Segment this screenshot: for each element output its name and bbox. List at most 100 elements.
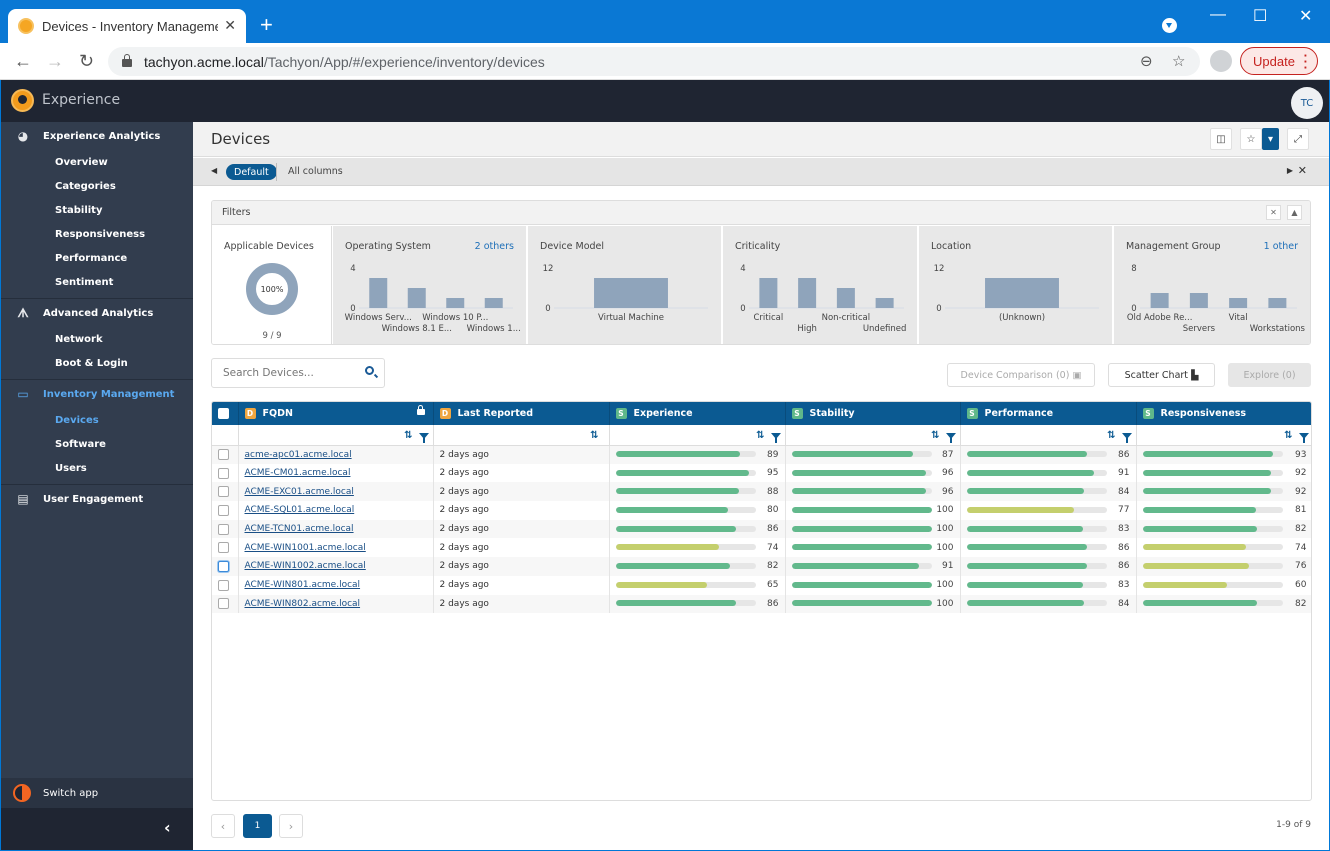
select-all-checkbox[interactable] (218, 408, 229, 419)
sidebar-item-boot-login[interactable]: Boot & Login (1, 351, 193, 375)
close-window-button[interactable]: ✕ (1299, 6, 1312, 26)
row-checkbox[interactable] (218, 542, 229, 554)
row-checkbox[interactable] (218, 579, 229, 591)
sort-icon[interactable]: ⇅ (931, 430, 939, 441)
filter-bar[interactable] (985, 278, 1059, 308)
filter-panel-more-link[interactable]: 2 others (475, 241, 514, 252)
reload-icon[interactable]: ↻ (79, 51, 94, 72)
filter-panel-device-model[interactable]: Device Model 12 0 Virtual Machine (528, 226, 722, 344)
table-row[interactable]: ACME-TCN01.acme.local 2 days ago 86 100 83 82 (212, 519, 1311, 539)
filter-bar[interactable] (875, 298, 894, 308)
sort-icon[interactable]: ⇅ (1107, 430, 1115, 441)
tab-search-icon[interactable] (1162, 18, 1177, 33)
row-checkbox[interactable] (218, 467, 229, 479)
search-devices-input[interactable] (223, 367, 353, 379)
table-row[interactable]: ACME-WIN1001.acme.local 2 days ago 74 100 86… (212, 538, 1311, 558)
clear-filters-icon[interactable]: ✕ (1266, 205, 1281, 220)
scroll-right-icon[interactable]: ▶ (1287, 166, 1293, 175)
table-row[interactable]: ACME-SQL01.acme.local 2 days ago 80 100 77 81 (212, 501, 1311, 520)
filter-icon[interactable] (945, 433, 956, 444)
update-button[interactable]: Update · · · (1240, 47, 1318, 75)
collapse-sidebar-icon[interactable]: ‹ (164, 818, 171, 837)
user-avatar[interactable]: TC (1291, 87, 1323, 119)
column-header-stability[interactable]: S Stability (785, 402, 961, 425)
filter-bar[interactable] (484, 298, 503, 308)
sidebar-item-stability[interactable]: Stability (1, 198, 193, 222)
sidebar-item-overview[interactable]: Overview (1, 150, 193, 174)
table-row[interactable]: ACME-CM01.acme.local 2 days ago 95 96 91 92 (212, 463, 1311, 483)
row-checkbox[interactable] (218, 598, 229, 610)
fqdn-link[interactable]: ACME-WIN801.acme.local (245, 580, 361, 590)
filter-bar[interactable] (594, 278, 668, 308)
explore-button[interactable]: Explore (0) (1228, 363, 1311, 387)
search-icon[interactable] (365, 366, 374, 375)
sidebar-item-inventory-management[interactable]: ▭ Inventory Management (1, 380, 193, 408)
sort-icon[interactable]: ⇅ (590, 430, 598, 441)
fqdn-link[interactable]: ACME-WIN1002.acme.local (245, 561, 366, 571)
forward-icon[interactable]: → (46, 51, 64, 72)
sidebar-item-advanced-analytics[interactable]: ᗑ Advanced Analytics (1, 299, 193, 327)
scatter-chart-button[interactable]: Scatter Chart ▙ (1108, 363, 1215, 387)
filter-icon[interactable] (770, 433, 781, 444)
sidebar-item-sentiment[interactable]: Sentiment (1, 270, 193, 294)
prev-page-button[interactable]: ‹ (211, 814, 235, 838)
next-page-button[interactable]: › (279, 814, 303, 838)
search-devices-field[interactable] (211, 358, 385, 388)
column-header-fqdn[interactable]: D FQDN (238, 402, 434, 425)
filter-panel-location[interactable]: Location 12 0 (Unknown) (919, 226, 1113, 344)
fullscreen-button[interactable]: ⤢ (1287, 128, 1309, 150)
sort-icon[interactable]: ⇅ (404, 430, 412, 441)
table-row[interactable]: ACME-WIN802.acme.local 2 days ago 86 100 84 8… (212, 594, 1311, 614)
sidebar-item-experience-analytics[interactable]: ◕ Experience Analytics (1, 122, 193, 150)
favorite-dropdown-button[interactable]: ▾ (1262, 128, 1279, 150)
table-row[interactable]: acme-apc01.acme.local 2 days ago 89 87 86 93 (212, 445, 1311, 464)
filter-icon[interactable] (418, 433, 429, 444)
row-checkbox[interactable] (218, 486, 229, 498)
filter-icon[interactable] (1298, 433, 1309, 444)
filter-panel-management-group[interactable]: Management Group 1 other 8 0 Old Adobe Re...… (1114, 226, 1310, 344)
row-checkbox[interactable] (218, 449, 229, 461)
fqdn-link[interactable]: ACME-SQL01.acme.local (245, 505, 355, 515)
column-header-responsiveness[interactable]: S Responsiveness (1136, 402, 1311, 425)
table-row[interactable]: ACME-WIN801.acme.local 2 days ago 65 100 83 6… (212, 575, 1311, 595)
filter-bar[interactable] (798, 278, 817, 308)
column-header-last-reported[interactable]: D Last Reported (433, 402, 610, 425)
filter-bar[interactable] (836, 288, 855, 308)
filter-bar[interactable] (759, 278, 778, 308)
filter-bar[interactable] (407, 288, 426, 308)
device-comparison-button[interactable]: Device Comparison (0) ▣ (947, 363, 1095, 387)
browser-tab[interactable]: Devices - Inventory Management ✕ (8, 9, 246, 43)
account-icon[interactable] (1210, 50, 1232, 72)
fqdn-link[interactable]: ACME-WIN802.acme.local (245, 599, 361, 609)
scroll-left-icon[interactable]: ◀ (211, 166, 217, 175)
url-bar[interactable]: tachyon.acme.local/Tachyon/App/#/experie… (108, 47, 1200, 76)
sidebar-item-categories[interactable]: Categories (1, 174, 193, 198)
filter-bar[interactable] (369, 278, 388, 308)
sidebar-item-users[interactable]: Users (1, 456, 193, 480)
close-views-icon[interactable]: ✕ (1298, 164, 1307, 177)
back-icon[interactable]: ← (14, 51, 32, 72)
new-tab-button[interactable]: + (260, 12, 273, 38)
favorite-button[interactable]: ☆ (1240, 128, 1262, 150)
fqdn-link[interactable]: ACME-CM01.acme.local (245, 468, 351, 478)
sort-icon[interactable]: ⇅ (756, 430, 764, 441)
column-layout-button[interactable]: ◫ (1210, 128, 1232, 150)
sidebar-item-network[interactable]: Network (1, 327, 193, 351)
column-header-experience[interactable]: S Experience (609, 402, 786, 425)
row-checkbox[interactable] (218, 523, 229, 535)
filter-bar[interactable] (1229, 298, 1248, 308)
filter-bar[interactable] (446, 298, 465, 308)
zoom-out-icon[interactable]: ⊖ (1140, 52, 1153, 70)
fqdn-link[interactable]: ACME-WIN1001.acme.local (245, 543, 366, 553)
row-checkbox[interactable] (218, 504, 229, 516)
table-row[interactable]: ACME-WIN1002.acme.local 2 days ago 82 91 86 7… (212, 557, 1311, 576)
fqdn-link[interactable]: ACME-TCN01.acme.local (245, 524, 354, 534)
view-all-columns-tab[interactable]: All columns (288, 166, 343, 177)
filter-bar[interactable] (1150, 293, 1169, 308)
collapse-filters-icon[interactable]: ▲ (1287, 205, 1302, 220)
sidebar-item-performance[interactable]: Performance (1, 246, 193, 270)
filter-panel-criticality[interactable]: Criticality 4 0 Critical High Non-critical Und… (723, 226, 918, 344)
maximize-button[interactable]: ☐ (1253, 6, 1267, 26)
fqdn-link[interactable]: acme-apc01.acme.local (245, 450, 352, 460)
bookmark-star-icon[interactable]: ☆ (1172, 52, 1185, 70)
